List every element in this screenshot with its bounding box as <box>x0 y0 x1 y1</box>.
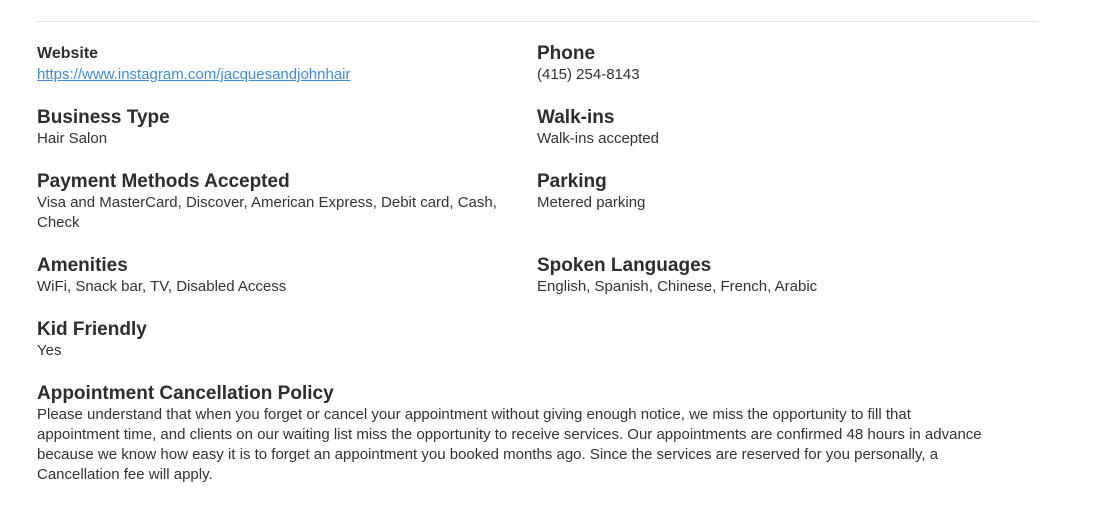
amenities-label: Amenities <box>37 255 128 276</box>
kid-friendly-detail: Kid Friendly Yes <box>37 319 537 383</box>
parking-value: Metered parking <box>537 194 646 211</box>
phone-detail: Phone (415) 254-8143 <box>537 43 1037 107</box>
payment-methods-label: Payment Methods Accepted <box>37 171 290 192</box>
phone-label: Phone <box>537 43 596 64</box>
payment-methods-detail: Payment Methods Accepted Visa and Master… <box>37 171 537 255</box>
section-divider <box>37 21 1038 22</box>
kid-friendly-label: Kid Friendly <box>37 319 147 340</box>
walk-ins-detail: Walk-ins Walk-ins accepted <box>537 107 1037 171</box>
payment-methods-value: Visa and MasterCard, Discover, American … <box>37 194 497 231</box>
business-details-grid: Website https://www.instagram.com/jacque… <box>37 43 1037 383</box>
spoken-languages-value: English, Spanish, Chinese, French, Arabi… <box>537 278 818 295</box>
empty-cell <box>537 319 1037 383</box>
spoken-languages-detail: Spoken Languages English, Spanish, Chine… <box>537 255 1037 319</box>
kid-friendly-value: Yes <box>37 342 62 359</box>
amenities-value: WiFi, Snack bar, TV, Disabled Access <box>37 278 287 295</box>
walk-ins-label: Walk-ins <box>537 107 615 128</box>
phone-value: (415) 254-8143 <box>537 66 640 83</box>
business-type-detail: Business Type Hair Salon <box>37 107 537 171</box>
spoken-languages-label: Spoken Languages <box>537 255 712 276</box>
business-type-value: Hair Salon <box>37 130 108 147</box>
website-detail: Website https://www.instagram.com/jacque… <box>37 43 537 107</box>
amenities-detail: Amenities WiFi, Snack bar, TV, Disabled … <box>37 255 537 319</box>
cancellation-policy-label: Appointment Cancellation Policy <box>37 383 334 404</box>
cancellation-policy-text: Please understand that when you forget o… <box>37 406 982 483</box>
website-link[interactable]: https://www.instagram.com/jacquesandjohn… <box>37 65 365 85</box>
website-label: Website <box>37 45 99 62</box>
cancellation-policy: Appointment Cancellation Policy Please u… <box>37 383 997 485</box>
business-type-label: Business Type <box>37 107 170 128</box>
parking-detail: Parking Metered parking <box>537 171 1037 255</box>
walk-ins-value: Walk-ins accepted <box>537 130 659 147</box>
parking-label: Parking <box>537 171 607 192</box>
